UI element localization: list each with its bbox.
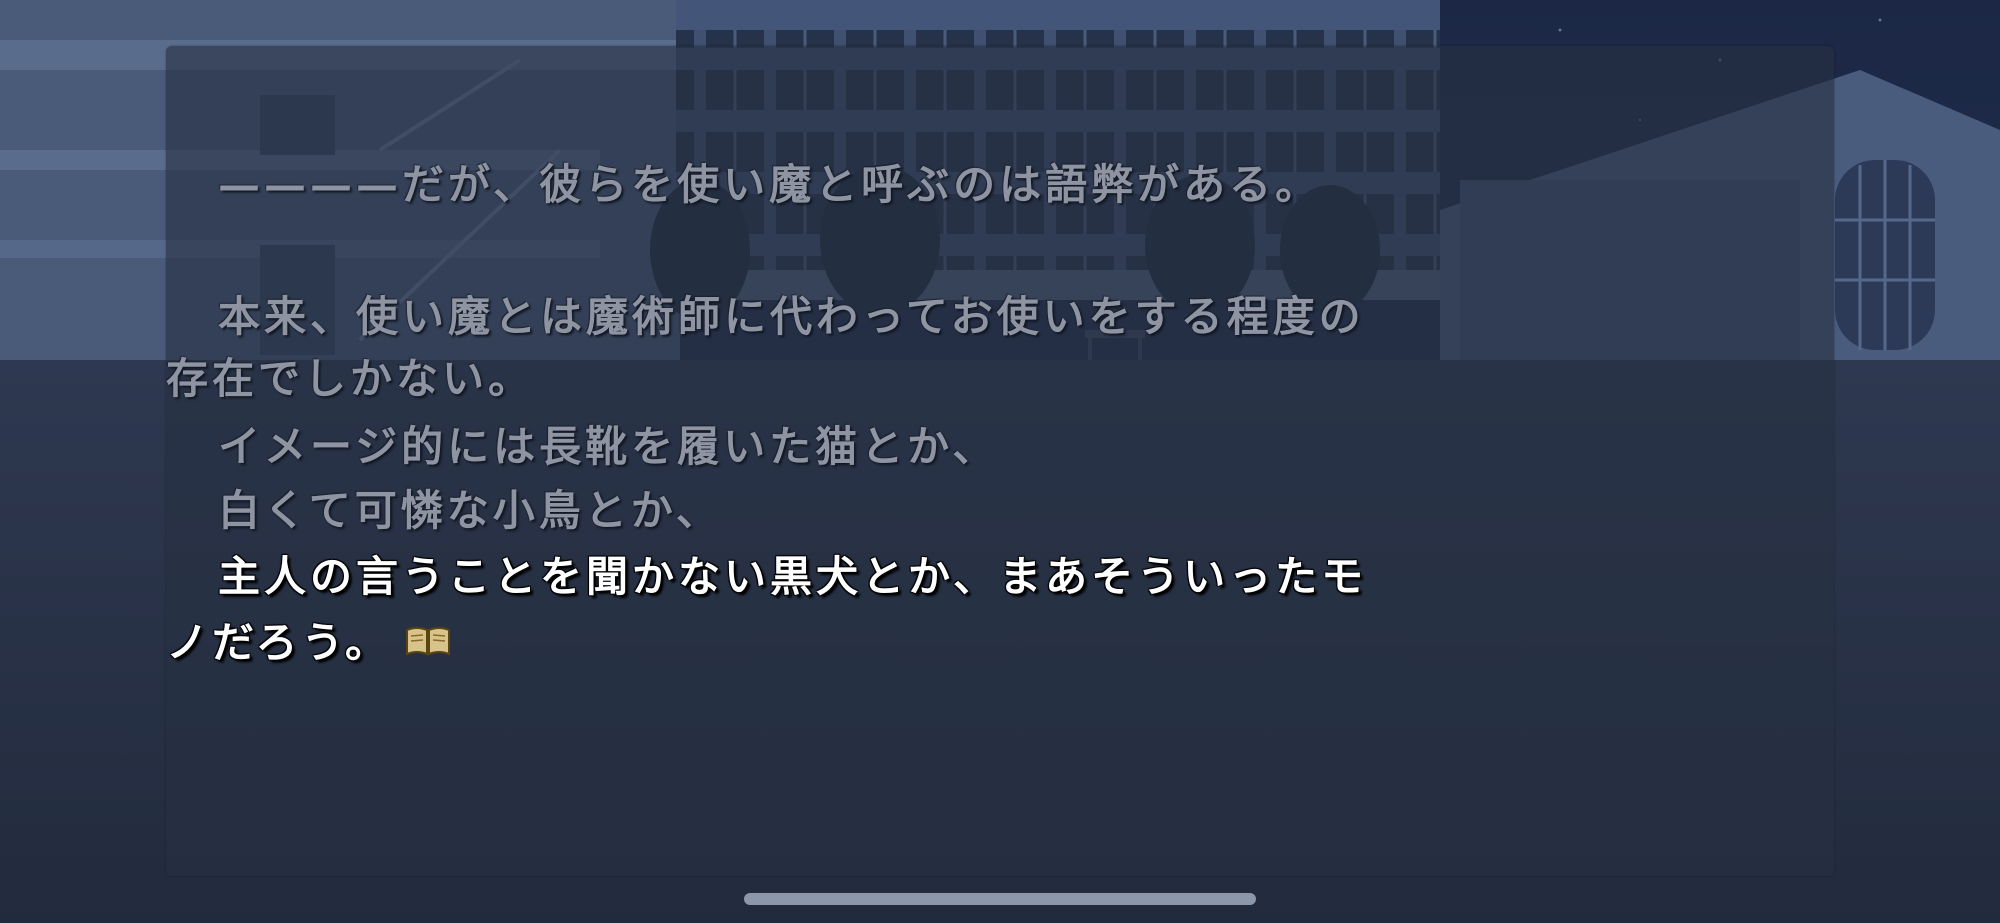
dialogue-line-5: 白くて可憐な小鳥とか、 [218,486,722,535]
dialogue-line-current-2-text: ノだろう。 [166,618,391,667]
dialogue-line-3: 存在でしかない。 [166,354,535,403]
dialogue-line-current-2: ノだろう。 [166,622,451,667]
game-scene[interactable]: ————だが、彼らを使い魔と呼ぶのは語弊がある。 本来、使い魔とは魔術師に代わっ… [0,0,2000,923]
dialogue-line-4: イメージ的には長靴を履いた猫とか、 [218,422,999,471]
home-indicator[interactable] [744,893,1256,905]
dialogue-line-2: 本来、使い魔とは魔術師に代わってお使いをする程度の [218,292,1365,341]
dialogue-line-current-1: 主人の言うことを聞かない黒犬とか、まあそういったモ [218,552,1368,601]
open-book-icon [405,621,451,663]
dialogue-line-1: ————だが、彼らを使い魔と呼ぶのは語弊がある。 [218,160,1322,209]
message-window[interactable]: ————だが、彼らを使い魔と呼ぶのは語弊がある。 本来、使い魔とは魔術師に代わっ… [166,46,1834,876]
